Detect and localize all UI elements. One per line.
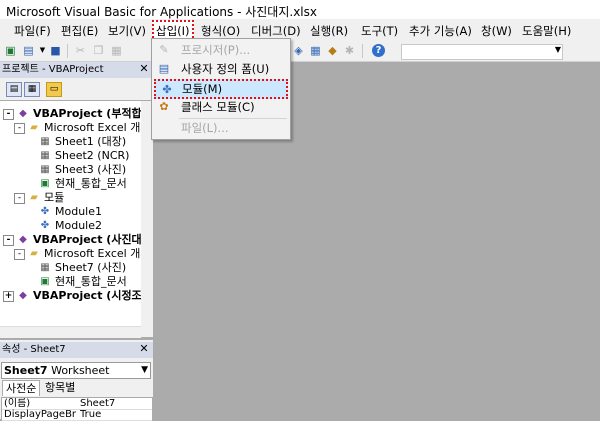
toolbox-icon[interactable]: ✱ [343,44,356,57]
project-explorer-icon[interactable]: ◈ [292,44,305,57]
tree-node[interactable]: - ▰ Microsoft Excel 개체 [14,121,150,135]
window-title: Microsoft Visual Basic for Applications … [6,5,317,19]
tree-node[interactable]: ✤ Module1 [38,205,102,219]
tab-alphabetic[interactable]: 사전순 [2,380,41,396]
help-icon[interactable]: ? [372,44,385,57]
vba-project-icon: ◆ [19,108,27,119]
menu-edit[interactable]: 편집(E) [61,23,98,39]
collapse-icon[interactable]: - [14,192,25,204]
insert-userform-icon[interactable]: ▤ [22,44,35,57]
close-icon[interactable]: ✕ [138,63,150,75]
menu-bar: 파일(F) 편집(E) 보기(V) 삽입(I) 형식(O) 디버그(D) 실행(… [0,19,600,42]
menu-file[interactable]: 파일(F) [14,23,51,39]
tree-node[interactable]: ▦ Sheet1 (대장) [38,135,126,149]
collapse-icon[interactable]: - [14,248,25,260]
menu-window[interactable]: 창(W) [481,23,512,39]
tree-node[interactable]: - ▰ 모듈 [14,191,64,205]
close-icon[interactable]: ✕ [138,343,150,355]
tree-node[interactable]: ✤ Module2 [38,219,102,233]
tree-node[interactable]: - ◆ VBAProject (사진대지 [3,233,150,247]
toggle-folders-icon[interactable]: ▭ [46,82,62,97]
view-object-icon[interactable]: ▦ [24,82,40,97]
menu-run[interactable]: 실행(R) [310,23,348,39]
properties-tabs: 사전순 항목별 [0,380,153,396]
sheet-icon: ▦ [40,164,50,175]
properties-panel-title: 속성 - Sheet7 ✕ [0,342,153,358]
menu-tools[interactable]: 도구(T) [361,23,398,39]
tree-node[interactable]: - ◆ VBAProject (부적합보 [3,107,150,121]
properties-grid: (이름) Sheet7 DisplayPageBr True [1,397,153,421]
procedure-icon: ✎ [159,43,169,56]
menu-debug[interactable]: 디버그(D) [251,23,301,39]
tree-node[interactable]: ▦ Sheet7 (사진) [38,261,126,275]
menu-item-class-module[interactable]: ✿ 클래스 모듈(C) [153,98,289,116]
tree-node[interactable]: ▦ Sheet2 (NCR) [38,149,129,163]
insert-menu-dropdown: ✎ 프로시저(P)... ▤ 사용자 정의 폼(U) ✤ 모듈(M) ✿ 클래스… [151,38,291,140]
tree-node[interactable]: ▣ 현재_통합_문서 [38,275,126,289]
menu-format[interactable]: 형식(O) [201,23,240,39]
userform-icon: ▤ [158,62,170,75]
properties-window-icon[interactable]: ▦ [309,44,322,57]
collapse-icon[interactable]: - [3,108,14,120]
workbook-icon: ▣ [40,276,50,287]
vba-project-icon: ◆ [19,234,27,245]
sheet-icon: ▦ [40,150,50,161]
cut-icon[interactable]: ✂ [74,44,87,57]
object-type: Worksheet [51,364,110,377]
menu-addins[interactable]: 추가 기능(A) [409,23,472,39]
tree-node[interactable]: ▦ Sheet3 (사진) [38,163,126,177]
toolbar-separator [67,44,68,58]
copy-icon[interactable]: ❐ [92,44,105,57]
vba-project-icon: ◆ [19,290,27,301]
position-combo[interactable]: ▼ [401,44,563,60]
folder-icon: ▰ [30,192,38,203]
chevron-down-icon: ▼ [554,45,561,54]
project-panel-title: 프로젝트 - VBAProject ✕ [0,62,153,78]
object-name: Sheet7 [4,364,48,377]
tree-node[interactable]: - ▰ Microsoft Excel 개체 [14,247,150,261]
property-row[interactable]: DisplayPageBr True [2,409,152,421]
project-tree[interactable]: - ◆ VBAProject (부적합보 - ▰ Microsoft Excel… [0,101,150,337]
class-module-icon: ✿ [159,100,169,113]
sheet-icon: ▦ [40,262,50,273]
properties-panel: 속성 - Sheet7 ✕ Sheet7 Worksheet ▼ 사전순 항목별… [0,340,153,421]
chevron-down-icon[interactable]: ▼ [36,44,49,57]
tree-horizontal-scrollbar[interactable] [0,326,141,338]
title-bar: Microsoft Visual Basic for Applications … [0,0,600,19]
tree-node[interactable]: ▣ 현재_통합_문서 [38,177,126,191]
save-icon[interactable]: ■ [49,44,62,57]
sheet-icon: ▦ [40,136,50,147]
menu-view[interactable]: 보기(V) [108,23,146,39]
collapse-icon[interactable]: - [3,234,14,246]
object-combo[interactable]: Sheet7 Worksheet ▼ [1,362,151,379]
standard-toolbar: ▣ ▤ ▼ ■ ✂ ❐ ▦ ◈ ▦ ◆ ✱ ? ▼ [0,41,600,62]
toolbar-separator [362,44,363,58]
view-code-icon[interactable]: ▤ [6,82,22,97]
menu-item-file[interactable]: 파일(L)... [153,119,289,137]
module-icon: ✤ [162,83,172,96]
menu-help[interactable]: 도움말(H) [522,23,571,39]
chevron-down-icon: ▼ [141,365,148,375]
folder-icon: ▰ [30,248,38,259]
tree-node[interactable]: + ◆ VBAProject (시정조치 [3,289,150,303]
paste-icon[interactable]: ▦ [110,44,123,57]
collapse-icon[interactable]: - [14,122,25,134]
menu-item-userform[interactable]: ▤ 사용자 정의 폼(U) [153,60,289,78]
expand-icon[interactable]: + [3,290,14,302]
tab-categorized[interactable]: 항목별 [42,380,78,395]
folder-icon: ▰ [30,122,38,133]
menu-item-procedure[interactable]: ✎ 프로시저(P)... [153,41,289,59]
project-panel-toolbar: ▤ ▦ ▭ [0,78,153,100]
object-browser-icon[interactable]: ◆ [326,44,339,57]
menu-item-module[interactable]: ✤ 모듈(M) [154,79,288,99]
workbook-icon: ▣ [40,178,50,189]
module-icon: ✤ [40,220,50,231]
module-icon: ✤ [40,206,50,217]
excel-icon[interactable]: ▣ [4,44,17,57]
